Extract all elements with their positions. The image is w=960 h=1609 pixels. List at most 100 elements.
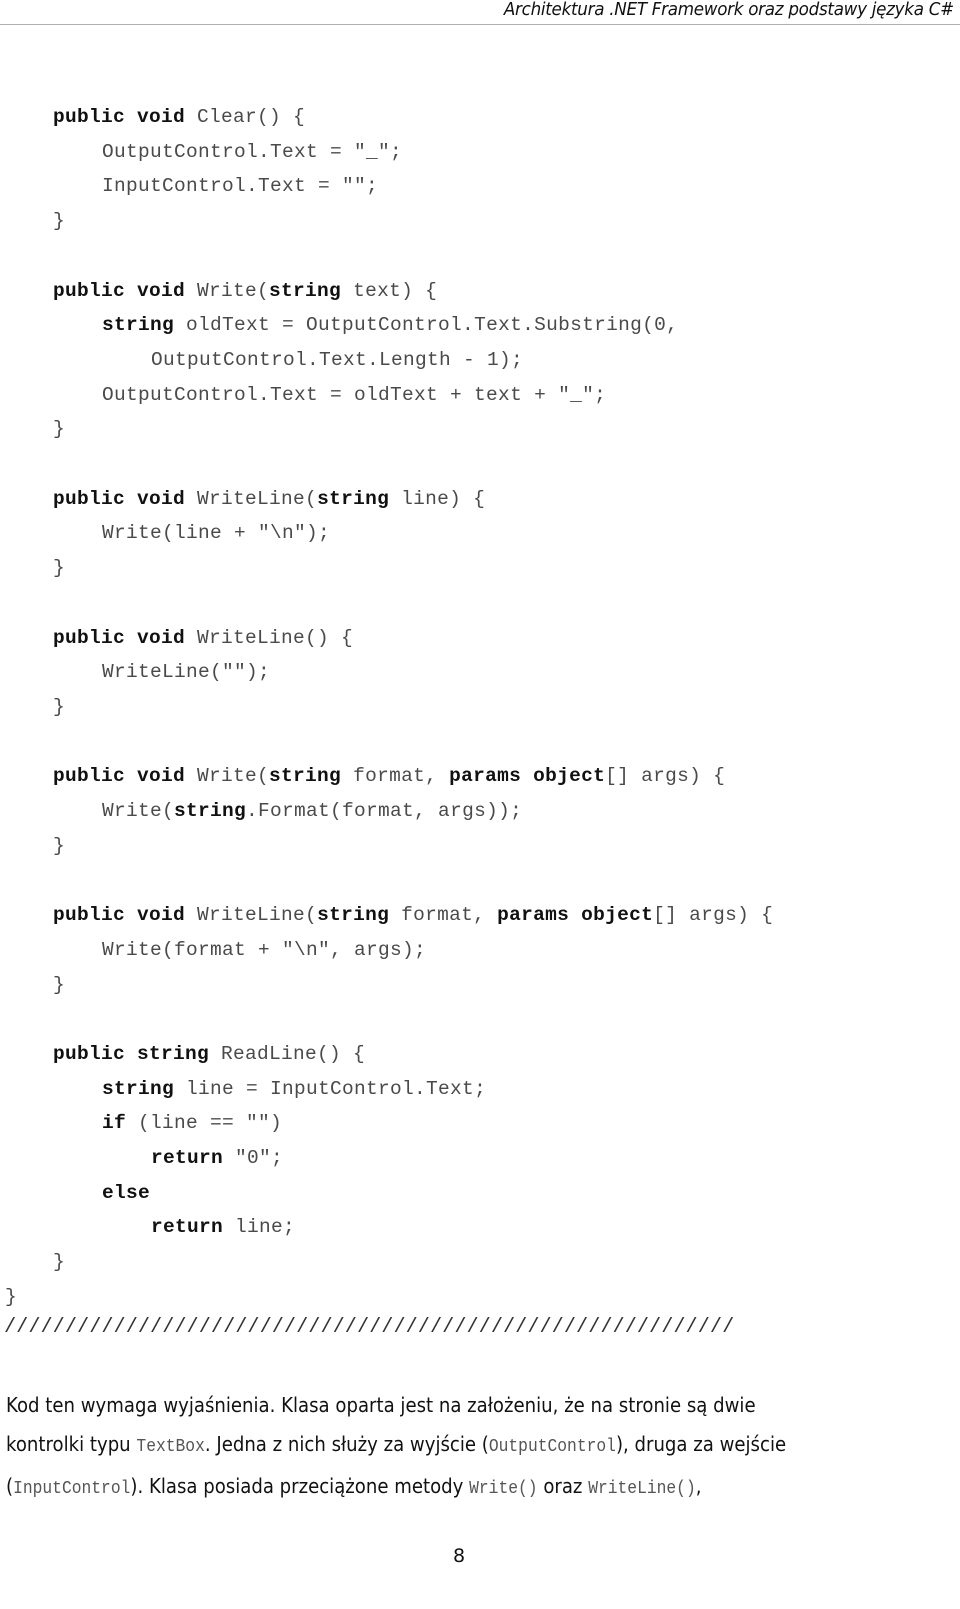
code-text: } bbox=[53, 557, 66, 580]
paragraph-text: ), druga za wejście bbox=[615, 1432, 787, 1456]
code-line: } bbox=[53, 551, 65, 585]
code-keyword: if bbox=[102, 1112, 127, 1135]
code-line: Write(line + "\n"); bbox=[102, 516, 330, 550]
code-text: format, bbox=[341, 765, 450, 788]
code-line: public void Clear() { bbox=[53, 100, 305, 134]
code-text: Write(format + "\n", args); bbox=[102, 938, 427, 961]
code-line: if (line == "") bbox=[102, 1106, 282, 1140]
code-keyword: public void bbox=[53, 279, 186, 302]
code-keyword: public void bbox=[53, 106, 186, 128]
paragraph-text: . Jedna z nich służy za wyjście ( bbox=[204, 1432, 489, 1456]
code-line: public void Write(string format, params … bbox=[53, 759, 725, 793]
code-text: OutputControl.Text = oldText + text + "_… bbox=[102, 383, 607, 406]
code-line: } bbox=[53, 829, 65, 863]
paragraph-line: kontrolki typu TextBox. Jedna z nich słu… bbox=[6, 1425, 866, 1467]
inline-code: TextBox bbox=[136, 1437, 205, 1457]
inline-code: WriteLine() bbox=[588, 1479, 696, 1499]
code-line: } bbox=[53, 412, 65, 446]
paragraph-text: ( bbox=[6, 1474, 14, 1498]
code-text: .Format(format, args)); bbox=[246, 800, 523, 822]
code-keyword: public void bbox=[53, 626, 186, 649]
code-keyword: string bbox=[102, 1077, 175, 1100]
code-text: Write( bbox=[185, 279, 270, 302]
code-line: return line; bbox=[151, 1210, 295, 1244]
code-line: } bbox=[53, 1245, 65, 1279]
code-text: [] args) { bbox=[653, 904, 774, 927]
code-text: } bbox=[53, 695, 66, 718]
code-line: public void WriteLine(string format, par… bbox=[53, 898, 773, 932]
code-keyword: params object bbox=[497, 904, 654, 927]
code-text: Clear() { bbox=[185, 106, 306, 128]
code-line: } bbox=[53, 204, 65, 238]
paragraph-text: ). Klasa posiada przeciążone metody bbox=[130, 1474, 470, 1498]
code-line: WriteLine(""); bbox=[102, 655, 270, 689]
code-line: OutputControl.Text = oldText + text + "_… bbox=[102, 378, 606, 412]
code-keyword: string bbox=[102, 314, 175, 337]
code-keyword: params object bbox=[449, 765, 606, 788]
code-keyword: string bbox=[269, 765, 342, 788]
code-line: string oldText = OutputControl.Text.Subs… bbox=[102, 308, 678, 342]
code-keyword: public void bbox=[53, 904, 186, 927]
code-keyword: return bbox=[151, 1147, 224, 1169]
paragraph-text: oraz bbox=[537, 1474, 589, 1498]
code-keyword: public string bbox=[53, 1042, 210, 1065]
code-line: return "0"; bbox=[151, 1141, 283, 1175]
code-line: Write(format + "\n", args); bbox=[102, 933, 426, 967]
explanation-paragraph: Kod ten wymaga wyjaśnienia. Klasa oparta… bbox=[6, 1386, 956, 1509]
code-text: text) { bbox=[341, 279, 438, 302]
code-text: OutputControl.Text.Length - 1); bbox=[151, 348, 524, 371]
code-text: } bbox=[53, 210, 66, 233]
page-number: 8 bbox=[452, 1545, 466, 1567]
code-text: "0"; bbox=[223, 1147, 284, 1169]
code-line: Write(string.Format(format, args)); bbox=[102, 794, 522, 828]
code-line: public string ReadLine() { bbox=[53, 1037, 365, 1071]
code-text: line; bbox=[223, 1216, 296, 1239]
code-text: ReadLine() { bbox=[209, 1042, 366, 1065]
inline-code: OutputControl bbox=[488, 1437, 616, 1457]
inline-code: InputControl bbox=[13, 1479, 131, 1499]
code-text: Write( bbox=[185, 765, 270, 788]
code-line: OutputControl.Text = "_"; bbox=[102, 135, 402, 169]
code-line: OutputControl.Text.Length - 1); bbox=[151, 343, 523, 377]
code-keyword: string bbox=[317, 487, 390, 510]
inline-code: Write() bbox=[469, 1479, 538, 1499]
code-line: } bbox=[5, 1280, 17, 1314]
code-keyword: else bbox=[102, 1181, 151, 1204]
code-text: [] args) { bbox=[605, 765, 726, 788]
code-text: } bbox=[53, 418, 66, 441]
comment-separator: ////////////////////////////////////////… bbox=[4, 1316, 735, 1339]
code-keyword: public void bbox=[53, 487, 186, 510]
code-text: } bbox=[53, 973, 66, 996]
code-keyword: string bbox=[269, 279, 342, 302]
code-text: InputControl.Text = ""; bbox=[102, 175, 379, 198]
code-line: } bbox=[53, 968, 65, 1002]
paragraph-line: (InputControl). Klasa posiada przeciążon… bbox=[6, 1467, 866, 1509]
paragraph-text: kontrolki typu bbox=[6, 1432, 137, 1456]
paragraph-text: , bbox=[695, 1474, 702, 1498]
running-header: Architektura .NET Framework oraz podstaw… bbox=[0, 0, 960, 25]
code-text: WriteLine( bbox=[185, 487, 318, 510]
code-text: } bbox=[53, 834, 66, 857]
code-line: } bbox=[53, 690, 65, 724]
code-text: } bbox=[53, 1251, 66, 1274]
code-line: public void WriteLine(string line) { bbox=[53, 482, 485, 516]
code-text: format, bbox=[389, 904, 498, 927]
code-keyword: string bbox=[174, 800, 247, 822]
code-line: string line = InputControl.Text; bbox=[102, 1072, 486, 1106]
code-keyword: return bbox=[151, 1216, 224, 1239]
code-text: } bbox=[5, 1285, 18, 1308]
code-line: else bbox=[102, 1176, 150, 1210]
code-text: line) { bbox=[389, 487, 486, 510]
code-text: (line == "") bbox=[126, 1112, 283, 1135]
code-line: public void Write(string text) { bbox=[53, 274, 437, 308]
code-keyword: string bbox=[317, 904, 390, 927]
paragraph-text: Kod ten wymaga wyjaśnienia. Klasa oparta… bbox=[6, 1393, 756, 1417]
code-text: WriteLine(""); bbox=[102, 661, 271, 684]
code-text: line = InputControl.Text; bbox=[174, 1077, 487, 1100]
paragraph-line: Kod ten wymaga wyjaśnienia. Klasa oparta… bbox=[6, 1386, 866, 1425]
code-line: public void WriteLine() { bbox=[53, 621, 353, 655]
code-keyword: public void bbox=[53, 765, 186, 788]
header-title: Architektura .NET Framework oraz podstaw… bbox=[503, 0, 954, 20]
code-text: Write(line + "\n"); bbox=[102, 522, 331, 545]
code-text: WriteLine() { bbox=[185, 626, 354, 649]
